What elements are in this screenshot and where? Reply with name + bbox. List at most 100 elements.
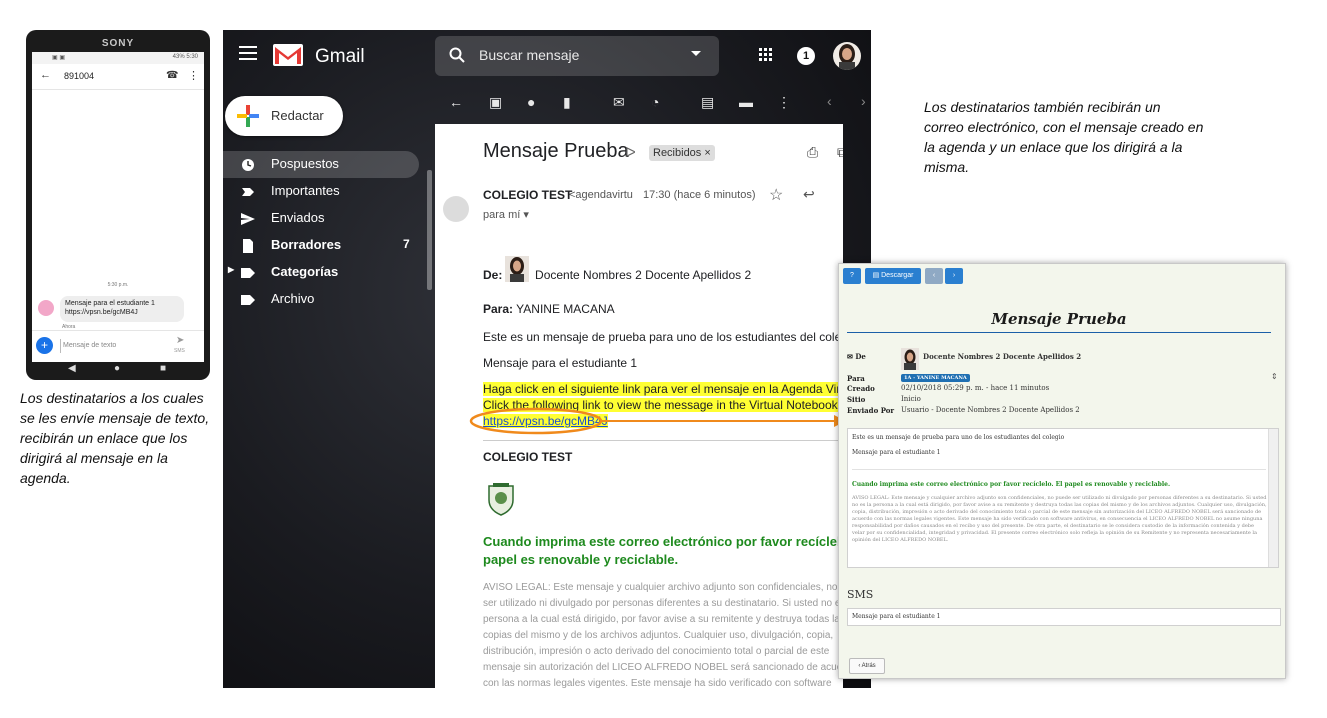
menu-icon[interactable] [239,46,257,60]
to-label: Para: [483,302,514,316]
search-bar[interactable]: Buscar mensaje [435,36,719,76]
move-to-icon[interactable]: ▤ [701,94,714,111]
report-spam-icon[interactable]: ● [527,94,535,110]
nav-item-borradores[interactable]: Borradores 7 [223,232,419,259]
search-icon[interactable] [449,47,465,63]
to-label: Para [847,374,865,383]
legal-line: mensaje sin autorización del LICEO ALFRE… [483,662,843,673]
sent-by-label: Enviado Por [847,406,895,415]
from-label: De: [483,268,503,282]
phone-device: SONY ▣ ▣ 43% 5:30 ← 891004 ☎ ⋮ 5:30 p.m.… [26,30,210,380]
reply-icon[interactable]: ↩ [803,186,815,203]
add-attachment-button[interactable]: + [36,337,53,354]
mail-link-instruction-en: Click the following link to view the mes… [483,398,838,412]
sms-text-input[interactable]: Mensaje de texto [60,339,168,353]
sender-email: <agendavirtu [569,189,633,201]
expand-arrow-icon[interactable]: ▶ [228,265,234,274]
nav-item-pospuestos[interactable]: Pospuestos [223,151,419,178]
notification-icons: ▣ ▣ [52,55,66,61]
back-arrow-icon[interactable]: ← [449,94,463,110]
sms-message-link[interactable]: https://vpsn.be/gcMB4J [65,308,179,317]
sms-message-bubble[interactable]: Mensaje para el estudiante 1 https://vps… [60,296,184,322]
site-value: Inicio [901,395,921,403]
agenda-message-panel: ? ▤ Descargar ‹ › Mensaje Prueba ✉ De Do… [838,263,1286,679]
mail-body-line-2: Mensaje para el estudiante 1 [483,356,638,370]
apps-grid-icon[interactable] [759,48,773,62]
gmail-logo-icon [273,44,303,66]
sms-compose-bar: + Mensaje de texto ➤ SMS [32,330,204,362]
sms-section-title: SMS [847,588,874,601]
newer-chevron-icon[interactable]: ‹ [827,93,832,109]
notification-badge[interactable]: 1 [797,47,815,65]
mark-unread-icon[interactable]: ✉ [613,94,625,111]
nav-home-icon[interactable]: ● [114,363,120,374]
nav-item-archivo[interactable]: Archivo [223,286,419,313]
legal-line: distribución, impresión o acto derivado … [483,646,830,657]
created-value: 02/10/2018 05:29 p. m. - hace 11 minutos [901,384,1050,392]
nav-label: Pospuestos [271,156,339,171]
back-button[interactable]: ‹ Atrás [849,658,885,674]
agenda-body-line-1: Este es un mensaje de prueba para uno de… [852,434,1065,441]
mail-label-chip[interactable]: Recibidos × [649,145,715,161]
message-timestamp: 5:30 p.m. [107,282,129,288]
agenda-link-highlight: https://vpsn.be/gcMB4J [483,414,608,428]
school-crest-icon [488,483,514,516]
legal-line: copias del mismo y de los archivos adjun… [483,630,834,641]
archive-icon[interactable]: ▣ [489,94,502,111]
phone-conversation-header: ← 891004 ☎ ⋮ [32,64,204,90]
nav-item-importantes[interactable]: Importantes [223,178,419,205]
mail-to-row: Para: YANINE MACANA [483,302,615,316]
highlighted-text: Haga click en el siguiente link para ver… [483,382,843,396]
from-value: Docente Nombres 2 Docente Apellidos 2 [535,268,752,282]
open-new-window-icon[interactable]: ⧉ [837,144,843,161]
nav-recents-icon[interactable]: ■ [160,363,166,374]
print-icon[interactable]: ⎙ [807,144,818,161]
title-divider [847,332,1271,333]
sender-name: COLEGIO TEST [483,188,573,202]
nav-label: Archivo [271,291,315,306]
sort-arrows-icon[interactable]: ⇕ [1271,372,1278,381]
compose-button[interactable]: Redactar [225,96,343,136]
important-marker-icon[interactable]: ᐅ [625,144,636,161]
phone-call-icon[interactable]: ☎ [166,70,178,81]
compose-label: Redactar [271,108,324,123]
send-icon[interactable]: ➤ [176,335,184,346]
snooze-icon[interactable]: ◔ [651,94,659,110]
legal-line: con las normas legales vigentes. Este me… [483,678,832,688]
more-vert-icon[interactable]: ⋮ [777,94,791,111]
body-divider [852,469,1266,470]
labels-icon[interactable]: ▬ [739,94,753,110]
recipient-summary[interactable]: para mí ▾ [483,208,529,221]
back-arrow-icon[interactable]: ← [40,69,51,81]
highlighted-text: Click the following link to view the mes… [483,398,838,412]
more-vert-icon[interactable]: ⋮ [188,69,199,82]
help-button[interactable]: ? [843,268,861,284]
nav-item-categorias[interactable]: ▶ Categorías [223,259,419,286]
nav-label: Enviados [271,210,325,225]
phone-status-bar: ▣ ▣ 43% 5:30 [32,52,204,64]
message-scrollbar[interactable] [1268,429,1278,567]
more-vert-icon[interactable]: ⋮ [837,186,843,203]
search-options-icon[interactable] [691,51,701,56]
nav-back-icon[interactable]: ◀ [68,363,76,374]
star-icon[interactable]: ☆ [769,185,783,205]
nav-item-enviados[interactable]: Enviados [223,205,419,232]
search-input[interactable]: Buscar mensaje [479,47,579,63]
from-value: Docente Nombres 2 Docente Apellidos 2 [923,352,1082,361]
next-message-button[interactable]: › [945,268,963,284]
legal-notice: AVISO LEGAL: Este mensaje y cualquier ar… [852,495,1267,543]
delete-icon[interactable]: ▮ [563,94,571,111]
download-button[interactable]: ▤ Descargar [865,268,921,284]
legal-line: AVISO LEGAL: Este mensaje y cualquier ar… [483,582,843,593]
agenda-link[interactable]: https://vpsn.be/gcMB4J [483,414,608,428]
sidebar-scrollbar[interactable] [427,170,432,290]
older-chevron-icon[interactable]: › [861,93,866,109]
contact-avatar [38,300,54,316]
clock-icon [242,159,254,171]
prev-message-button[interactable]: ‹ [925,268,943,284]
person-photo-icon [510,257,524,282]
mail-link-row: https://vpsn.be/gcMB4J [483,414,608,428]
important-icon [242,188,254,196]
account-avatar[interactable] [833,42,861,70]
phone-screen: ▣ ▣ 43% 5:30 ← 891004 ☎ ⋮ 5:30 p.m. Mens… [32,52,204,362]
